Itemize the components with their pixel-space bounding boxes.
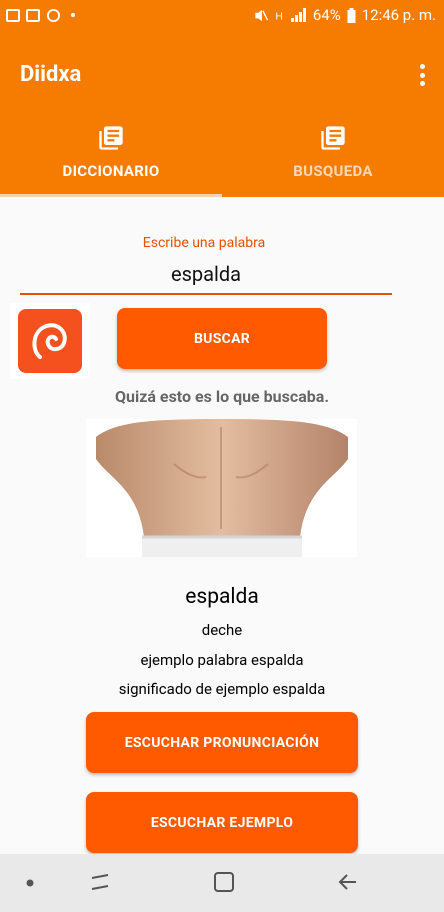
tab-busqueda[interactable]: BUSQUEDA (222, 120, 444, 197)
whatsapp-icon (46, 8, 61, 22)
suggestion-hint: Quizá esto es lo que buscaba. (115, 387, 329, 406)
notification-icons (0, 8, 75, 23)
svg-text:H: H (275, 11, 282, 22)
tab-label: BUSQUEDA (293, 162, 373, 180)
gallery-icon (6, 8, 20, 22)
mute-icon (255, 9, 269, 21)
network-icon: H (275, 11, 282, 22)
mail-icon (26, 8, 40, 22)
system-icons: H 64% 12:46 p. m. (253, 6, 444, 24)
spiral-logo-icon (18, 309, 82, 373)
signal-icon (290, 8, 306, 22)
library-books-icon (97, 124, 125, 152)
home-icon[interactable] (212, 870, 236, 894)
dictionary-content: Escribe una palabra BUSCAR Quizá esto es… (0, 197, 444, 854)
library-books-icon (319, 124, 347, 152)
recent-apps-icon[interactable] (88, 870, 112, 894)
search-button[interactable]: BUSCAR (117, 308, 327, 369)
result-translation: deche (201, 621, 243, 639)
dot-icon[interactable] (25, 878, 35, 888)
back-icon[interactable] (336, 870, 360, 894)
clock: 12:46 p. m. (361, 6, 436, 24)
app-screen: H 64% 12:46 p. m. Diidxa DICCIONARIO BUS… (0, 0, 444, 912)
result-example: ejemplo palabra espalda (140, 651, 304, 669)
word-input-label: Escribe una palabra (142, 235, 266, 251)
app-logo (10, 303, 90, 379)
tab-bar: DICCIONARIO BUSQUEDA (0, 120, 444, 197)
app-title: Diidxa (20, 62, 82, 87)
battery-percent: 64% (312, 6, 341, 24)
overflow-menu-icon[interactable] (418, 64, 426, 86)
result-image (86, 419, 357, 557)
tab-diccionario[interactable]: DICCIONARIO (0, 120, 222, 197)
system-navigation-bar (0, 854, 444, 912)
word-input[interactable] (20, 255, 392, 295)
more-notifications-icon (71, 13, 75, 17)
play-pronunciation-button[interactable]: ESCUCHAR PRONUNCIACIÓN (86, 712, 358, 773)
result-word: espalda (185, 585, 259, 609)
play-example-button[interactable]: ESCUCHAR EJEMPLO (86, 792, 358, 853)
result-meaning: significado de ejemplo espalda (118, 680, 326, 698)
app-bar: Diidxa (0, 30, 444, 120)
battery-icon (347, 7, 356, 23)
status-bar: H 64% 12:46 p. m. (0, 0, 444, 30)
tab-label: DICCIONARIO (62, 162, 160, 180)
